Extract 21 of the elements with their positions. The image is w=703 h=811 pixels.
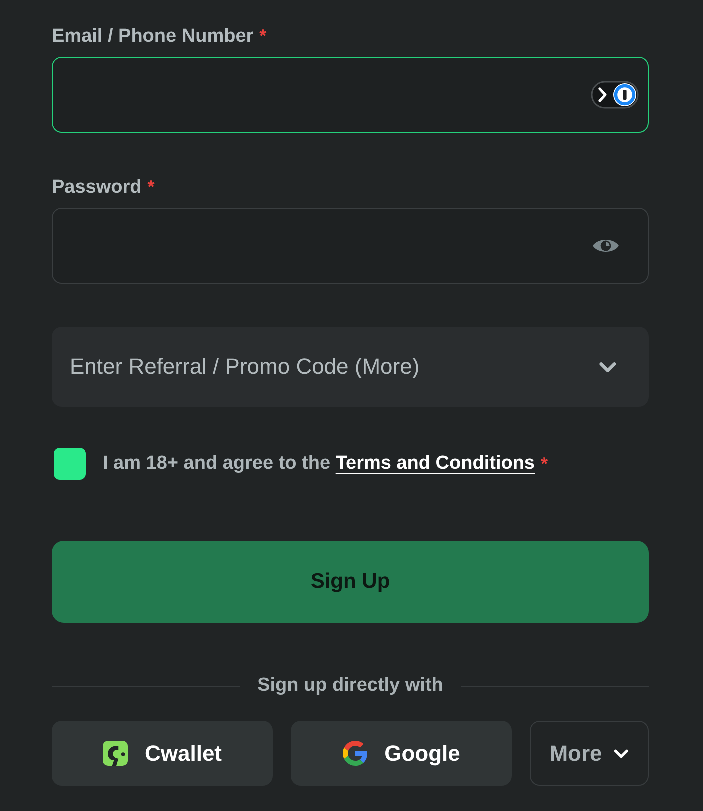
email-field[interactable] xyxy=(52,57,649,133)
referral-dropdown[interactable]: Enter Referral / Promo Code (More) xyxy=(52,327,649,407)
eye-icon xyxy=(592,237,620,255)
wallet-logo-icon xyxy=(102,741,128,766)
divider-label: Sign up directly with xyxy=(258,674,444,698)
terms-link[interactable]: Terms and Conditions xyxy=(336,453,536,474)
toggle-pill-icon xyxy=(591,81,639,109)
required-mark: * xyxy=(260,25,267,47)
chevron-down-icon xyxy=(599,362,617,372)
field-label: Password xyxy=(52,177,142,199)
checkbox[interactable] xyxy=(54,448,86,480)
password-field[interactable] xyxy=(52,208,649,284)
required-mark: * xyxy=(148,176,155,198)
required-mark: * xyxy=(541,454,548,474)
google-button[interactable]: Google xyxy=(291,721,512,786)
field-label: Email / Phone Number xyxy=(52,26,254,48)
chevron-down-icon xyxy=(614,748,630,758)
cwallet-button[interactable]: Cwallet xyxy=(52,721,273,786)
more-button[interactable]: More xyxy=(530,721,649,786)
google-logo-icon xyxy=(342,741,368,766)
agreement-text: I am 18+ and agree to the Terms and Conditions xyxy=(103,453,536,475)
